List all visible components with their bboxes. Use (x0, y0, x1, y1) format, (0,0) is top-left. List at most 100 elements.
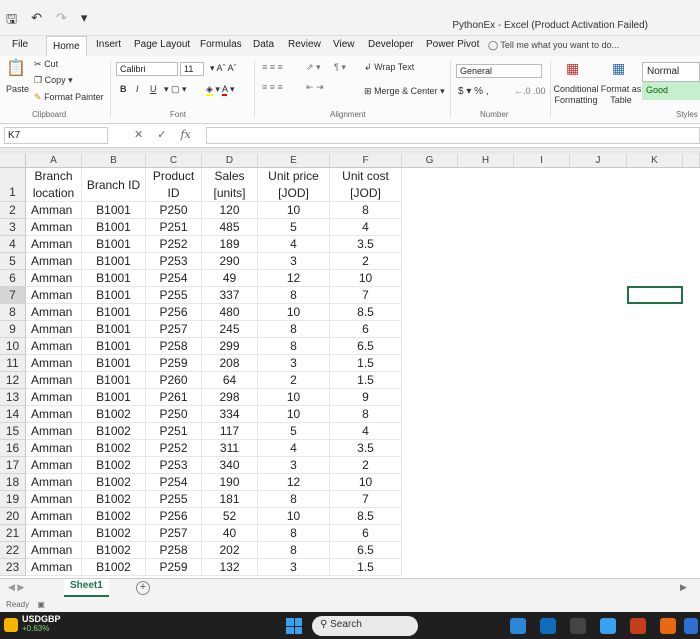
cell-f4[interactable]: 3.5 (330, 236, 402, 253)
cell-a11[interactable]: Amman (26, 355, 82, 372)
cell-f6[interactable]: 10 (330, 270, 402, 287)
cell-d7[interactable]: 337 (202, 287, 258, 304)
cell-c6[interactable]: P254 (146, 270, 202, 287)
cell-d22[interactable]: 202 (202, 542, 258, 559)
cell-e13[interactable]: 10 (258, 389, 330, 406)
row-header[interactable]: 21 (0, 525, 26, 542)
cell-a18[interactable]: Amman (26, 474, 82, 491)
customize-qat-icon[interactable]: ▾ (81, 10, 88, 32)
row-header[interactable]: 6 (0, 270, 26, 287)
cell-c17[interactable]: P253 (146, 457, 202, 474)
cell-c12[interactable]: P260 (146, 372, 202, 389)
cell-a4[interactable]: Amman (26, 236, 82, 253)
function-icon[interactable]: fx (180, 128, 190, 141)
cell-f23[interactable]: 1.5 (330, 559, 402, 576)
cell-f9[interactable]: 6 (330, 321, 402, 338)
cell-f21[interactable]: 6 (330, 525, 402, 542)
tab-review[interactable]: Review (288, 39, 321, 50)
tab-formulas[interactable]: Formulas (200, 39, 242, 50)
sheet-nav-icon[interactable]: ◀ ▶ (8, 582, 24, 593)
cell-d2[interactable]: 120 (202, 202, 258, 219)
select-all-corner[interactable] (0, 154, 26, 168)
cell-a17[interactable]: Amman (26, 457, 82, 474)
column-header-c[interactable]: C (146, 154, 202, 168)
cell-c5[interactable]: P253 (146, 253, 202, 270)
cut-button[interactable]: ✂ Cut (34, 59, 58, 70)
cell-f14[interactable]: 8 (330, 406, 402, 423)
finance-widget[interactable]: USDGBP +0.63% (22, 614, 61, 633)
cell-a19[interactable]: Amman (26, 491, 82, 508)
cell-d14[interactable]: 334 (202, 406, 258, 423)
cell-e4[interactable]: 4 (258, 236, 330, 253)
underline-button[interactable]: U (150, 84, 157, 94)
cell-c3[interactable]: P251 (146, 219, 202, 236)
cell-a22[interactable]: Amman (26, 542, 82, 559)
font-size-select[interactable]: 11 (180, 62, 204, 76)
cell-d21[interactable]: 40 (202, 525, 258, 542)
cell-c19[interactable]: P255 (146, 491, 202, 508)
cell-f7[interactable]: 7 (330, 287, 402, 304)
cell-f2[interactable]: 8 (330, 202, 402, 219)
column-header-f[interactable]: F (330, 154, 402, 168)
tab-page-layout[interactable]: Page Layout (134, 39, 190, 50)
column-header-b[interactable]: B (82, 154, 146, 168)
active-cell-k7[interactable] (627, 286, 683, 304)
row-header[interactable]: 23 (0, 559, 26, 576)
wrap-text-button[interactable]: ↲ Wrap Text (364, 62, 414, 73)
app-icon-video[interactable] (510, 618, 526, 634)
cell-a8[interactable]: Amman (26, 304, 82, 321)
borders-icon[interactable]: ▾ ▢ ▾ (164, 84, 187, 95)
cell-b2[interactable]: B1001 (82, 202, 146, 219)
cell-d19[interactable]: 181 (202, 491, 258, 508)
cell-c22[interactable]: P258 (146, 542, 202, 559)
align-left-icon[interactable]: ≡ ≡ ≡ (262, 82, 283, 92)
tab-insert[interactable]: Insert (96, 39, 121, 50)
paste-button[interactable]: Paste (6, 84, 29, 94)
row-header[interactable]: 11 (0, 355, 26, 372)
cell-d3[interactable]: 485 (202, 219, 258, 236)
cell-a12[interactable]: Amman (26, 372, 82, 389)
cell-b21[interactable]: B1002 (82, 525, 146, 542)
cell-d1[interactable]: Sales [units] (202, 168, 258, 202)
cell-b7[interactable]: B1001 (82, 287, 146, 304)
name-box[interactable]: K7 (4, 127, 108, 144)
app-icon-powerpoint[interactable] (630, 618, 646, 634)
cell-b16[interactable]: B1002 (82, 440, 146, 457)
row-header[interactable]: 2 (0, 202, 26, 219)
cell-a13[interactable]: Amman (26, 389, 82, 406)
cell-b6[interactable]: B1001 (82, 270, 146, 287)
cell-f17[interactable]: 2 (330, 457, 402, 474)
cell-a9[interactable]: Amman (26, 321, 82, 338)
cell-b18[interactable]: B1002 (82, 474, 146, 491)
fill-color-icon[interactable]: ◈ ▾ A ▾ (206, 84, 235, 96)
cell-d10[interactable]: 299 (202, 338, 258, 355)
column-header-e[interactable]: E (258, 154, 330, 168)
cell-c8[interactable]: P256 (146, 304, 202, 321)
row-header[interactable]: 16 (0, 440, 26, 457)
cell-e9[interactable]: 8 (258, 321, 330, 338)
cell-e23[interactable]: 3 (258, 559, 330, 576)
tab-power-pivot[interactable]: Power Pivot (426, 39, 479, 50)
style-normal[interactable]: Normal (642, 62, 700, 82)
scroll-right-icon[interactable]: ▶ (680, 582, 687, 593)
cell-b17[interactable]: B1002 (82, 457, 146, 474)
cell-a2[interactable]: Amman (26, 202, 82, 219)
paste-icon[interactable]: 📋 (6, 58, 26, 78)
row-header[interactable]: 13 (0, 389, 26, 406)
row-header[interactable]: 15 (0, 423, 26, 440)
cell-a7[interactable]: Amman (26, 287, 82, 304)
format-as-table-icon[interactable]: ▦ (612, 60, 625, 77)
tab-developer[interactable]: Developer (368, 39, 414, 50)
cell-d20[interactable]: 52 (202, 508, 258, 525)
windows-start-icon[interactable] (286, 618, 302, 634)
save-icon[interactable]: 🖫 (6, 10, 17, 32)
cell-c9[interactable]: P257 (146, 321, 202, 338)
cell-c13[interactable]: P261 (146, 389, 202, 406)
cell-d9[interactable]: 245 (202, 321, 258, 338)
cell-b13[interactable]: B1001 (82, 389, 146, 406)
cell-a20[interactable]: Amman (26, 508, 82, 525)
currency-button[interactable]: $ ▾ % , (458, 86, 489, 97)
add-sheet-icon[interactable]: + (136, 581, 150, 595)
cell-d4[interactable]: 189 (202, 236, 258, 253)
cell-f8[interactable]: 8.5 (330, 304, 402, 321)
